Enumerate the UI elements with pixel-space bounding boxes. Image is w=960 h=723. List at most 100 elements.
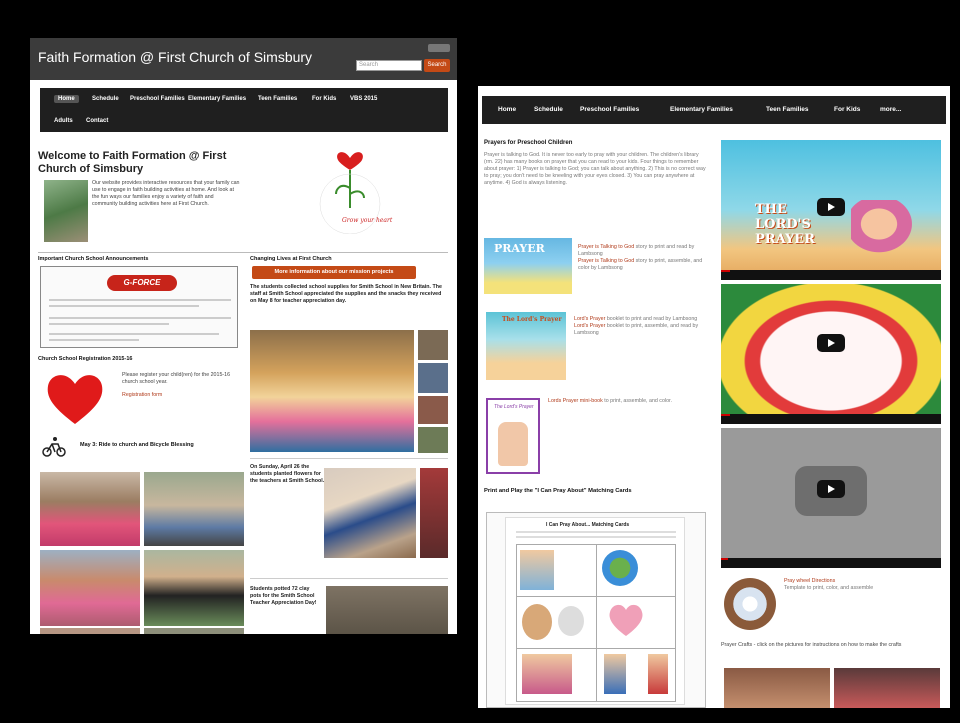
nav-for-kids[interactable]: For Kids [312, 96, 336, 102]
site-header: Faith Formation @ First Church of Simsbu… [30, 38, 457, 80]
video-controls[interactable] [721, 558, 941, 568]
potted-photo[interactable] [326, 586, 448, 634]
play-button-icon[interactable] [817, 334, 845, 352]
lords-prayer-book-cover[interactable]: The Lord's Prayer [486, 312, 566, 380]
cartoon-kids [851, 200, 921, 260]
family-card-icon [520, 550, 554, 590]
gforce-logo: G-FORCE [107, 275, 177, 291]
book2-link2[interactable]: Lord's Prayer [574, 323, 605, 329]
mission-photo-thumb-1[interactable] [418, 330, 448, 360]
nav-preschool[interactable]: Preschool Families [130, 96, 185, 102]
nav-vbs[interactable]: VBS 2015 [350, 96, 377, 102]
mission-photo-main[interactable] [250, 330, 414, 452]
girl-card-icon [648, 654, 668, 694]
registration-heading: Church School Registration 2015-16 [38, 356, 133, 362]
pray-wheel-image[interactable] [724, 578, 776, 630]
mini-book-cover[interactable]: The Lord's Prayer [486, 398, 540, 474]
search-input[interactable]: Search [356, 60, 422, 71]
mission-button[interactable]: More information about our mission proje… [252, 266, 416, 279]
main-nav-right: Home Schedule Preschool Families Element… [482, 96, 946, 124]
video-controls[interactable] [721, 270, 941, 280]
book3-desc: Lords Prayer mini-book to print, assembl… [548, 398, 706, 405]
nav-teen[interactable]: Teen Families [766, 106, 809, 113]
mission-photo-thumb-2[interactable] [418, 363, 448, 393]
registration-link[interactable]: Registration form [122, 392, 162, 399]
sunday-text: On Sunday, April 26 the students planted… [250, 464, 325, 484]
heart-icon [44, 368, 106, 426]
registration-text: Please register your child(ren) for the … [122, 372, 231, 385]
cat-card-icon [558, 606, 584, 636]
book2-text1: booklet to print and read by Lambsong [606, 316, 698, 322]
kids-card-icon [522, 654, 572, 694]
book1-desc: Prayer is Talking to God story to print … [578, 244, 708, 272]
crafts-text: Prayer Crafts - click on the pictures fo… [721, 642, 902, 648]
mission-photo-thumb-4[interactable] [418, 427, 448, 453]
site-title[interactable]: Faith Formation @ First Church of Simsbu… [38, 49, 312, 65]
prayer-book-cover[interactable]: PRAYER [484, 238, 572, 294]
kids-prayer-video[interactable] [721, 284, 941, 424]
play-button-icon[interactable] [817, 480, 845, 498]
heart-card-icon [606, 602, 646, 643]
search-button[interactable]: Search [424, 59, 450, 72]
play-button-icon[interactable] [817, 198, 845, 216]
video-controls[interactable] [721, 414, 941, 424]
welcome-title: Welcome to Faith Formation @ First Churc… [38, 150, 227, 175]
mission-text: The students collected school supplies f… [250, 284, 442, 304]
kids-photo-4[interactable] [144, 550, 244, 626]
lords-prayer-video[interactable]: THE LORD'S PRAYER [721, 140, 941, 280]
changing-lives-heading: Changing Lives at First Church [250, 256, 332, 262]
book3-link[interactable]: Lords Prayer mini-book [548, 398, 603, 404]
nav-for-kids[interactable]: For Kids [834, 106, 860, 113]
nav-adults[interactable]: Adults [54, 118, 73, 124]
kids-photo-3[interactable] [40, 550, 140, 626]
cards-title: I Can Pray About... Matching Cards [546, 522, 630, 528]
mission-photo-thumb-3[interactable] [418, 396, 448, 424]
nav-schedule[interactable]: Schedule [92, 96, 119, 102]
nav-contact[interactable]: Contact [86, 118, 108, 124]
craft-photo-2[interactable] [834, 668, 940, 708]
kids-photo-6[interactable] [144, 628, 244, 634]
book1-link2[interactable]: Prayer is Talking to God [578, 258, 634, 264]
flowers-photo[interactable] [324, 468, 416, 558]
boy-card-icon [604, 654, 626, 694]
welcome-text: Our website provides interactive resourc… [92, 180, 240, 207]
divider [38, 252, 448, 253]
wheel-text: Template to print, color, and assemble [784, 585, 874, 591]
prayers-text: Prayer is talking to God. It is never to… [484, 152, 706, 186]
wheel-link[interactable]: Pray wheel Directions [784, 578, 835, 584]
earth-card-icon [602, 550, 638, 586]
logo-text: Grow your heart [342, 217, 393, 224]
kids-photo-2[interactable] [144, 472, 244, 546]
potted-text: Students potted 72 clay pots for the Smi… [250, 586, 317, 606]
praying-hands-icon [498, 422, 528, 466]
flowers-photo-thumb[interactable] [420, 468, 448, 558]
kids-photo-5[interactable] [40, 628, 140, 634]
bicycle-icon [42, 436, 66, 458]
kids-photo-1[interactable] [40, 472, 140, 546]
nav-elementary[interactable]: Elementary Families [670, 106, 733, 113]
nav-home[interactable]: Home [498, 106, 516, 113]
book2-link1[interactable]: Lord's Prayer [574, 316, 605, 322]
nav-teen[interactable]: Teen Families [258, 96, 297, 102]
right-screenshot: Home Schedule Preschool Families Element… [478, 86, 950, 708]
nav-preschool[interactable]: Preschool Families [580, 106, 639, 113]
main-nav: Home Schedule Preschool Families Element… [40, 88, 448, 132]
matching-cards-document[interactable]: I Can Pray About... Matching Cards [486, 512, 706, 708]
mini-book-title: The Lord's Prayer [494, 404, 534, 410]
grow-your-heart-logo: Grow your heart [300, 142, 400, 235]
announcement-box: G-FORCE [40, 266, 238, 348]
lords-prayer-book-title: The Lord's Prayer [502, 316, 562, 323]
church-photo [44, 180, 88, 242]
nav-elementary[interactable]: Elementary Families [188, 96, 246, 102]
nav-home[interactable]: Home [54, 95, 79, 103]
book2-desc: Lord's Prayer booklet to print and read … [574, 316, 706, 337]
nav-schedule[interactable]: Schedule [534, 106, 563, 113]
announcements-heading: Important Church School Announcements [38, 256, 149, 262]
prayer-book-title: PRAYER [494, 242, 545, 255]
cards-heading: Print and Play the "I Can Pray About" Ma… [484, 488, 632, 494]
nav-more[interactable]: more... [880, 106, 901, 113]
book1-link1[interactable]: Prayer is Talking to God [578, 244, 634, 250]
craft-photo-1[interactable] [724, 668, 830, 708]
teddy-card-icon [522, 604, 552, 640]
unavailable-video[interactable] [721, 428, 941, 568]
